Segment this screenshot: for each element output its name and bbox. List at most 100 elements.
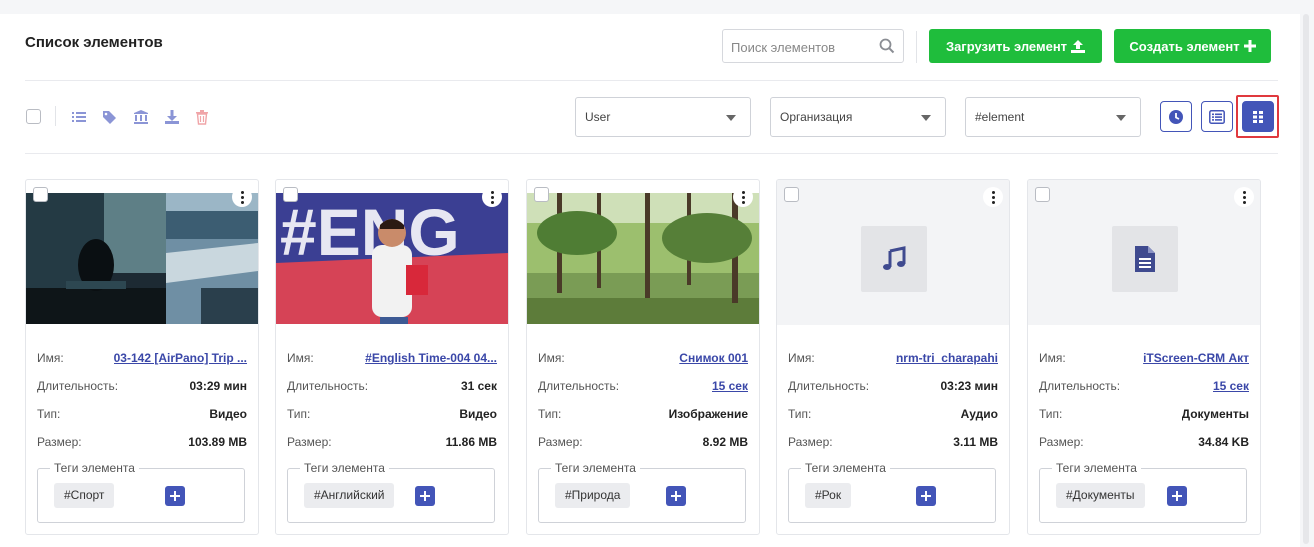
more-options-icon[interactable] [733, 187, 753, 207]
name-row: Имя: #English Time-004 04... [287, 351, 497, 367]
clock-icon [1169, 109, 1183, 124]
search-input[interactable] [731, 37, 871, 57]
more-options-icon[interactable] [983, 187, 1003, 207]
name-label: Имя: [37, 351, 64, 365]
element-name-link[interactable]: Снимок 001 [679, 351, 748, 365]
size-row: Размер: 103.89 MB [37, 435, 247, 451]
card-checkbox[interactable] [283, 187, 298, 202]
page-title: Список элементов [25, 34, 163, 51]
organization-filter-select[interactable]: Организация [770, 97, 946, 137]
element-card[interactable]: Имя: iTScreen-CRM Акт Длительность: 15 сек… [1027, 179, 1261, 535]
chevron-down-icon [921, 115, 931, 121]
element-name-link[interactable]: nrm-tri_charapahi [896, 351, 998, 365]
card-thumbnail[interactable] [777, 180, 1009, 325]
grid-view-button[interactable] [1242, 101, 1274, 132]
user-filter-select[interactable]: User [575, 97, 751, 137]
duration-label: Длительность: [287, 379, 369, 393]
size-label: Размер: [538, 435, 583, 449]
card-thumbnail[interactable] [1028, 180, 1260, 325]
tags-legend: Теги элемента [300, 461, 389, 475]
image-thumbnail [527, 193, 759, 324]
type-row: Тип: Аудио [788, 407, 998, 423]
scrollbar[interactable] [1300, 0, 1314, 547]
duration-value: 03:23 мин [940, 379, 998, 393]
list-icon[interactable] [71, 109, 87, 125]
more-options-icon[interactable] [232, 187, 252, 207]
institution-icon[interactable] [133, 109, 149, 125]
duration-label: Длительность: [1039, 379, 1121, 393]
search-icon[interactable] [879, 38, 895, 54]
size-label: Размер: [37, 435, 82, 449]
more-options-icon[interactable] [482, 187, 502, 207]
add-tag-button[interactable] [1167, 486, 1187, 506]
add-tag-button[interactable] [666, 486, 686, 506]
tag-filter-select[interactable]: #element [965, 97, 1141, 137]
svg-text:#ENG: #ENG [280, 195, 460, 269]
tags-legend: Теги элемента [1052, 461, 1141, 475]
tag-chip[interactable]: #Рок [805, 483, 852, 508]
card-checkbox[interactable] [534, 187, 549, 202]
duration-value: 03:29 мин [189, 379, 247, 393]
element-card[interactable]: #ENG Имя: #English Time-004 04... Длитель… [275, 179, 509, 535]
document-icon [1135, 246, 1155, 272]
organization-filter-value: Организация [780, 110, 853, 124]
duration-row: Длительность: 31 сек [287, 379, 497, 395]
name-row: Имя: iTScreen-CRM Акт [1039, 351, 1249, 367]
tags-legend: Теги элемента [50, 461, 139, 475]
tags-legend: Теги элемента [801, 461, 890, 475]
duration-value[interactable]: 15 сек [1213, 379, 1249, 393]
duration-value[interactable]: 15 сек [712, 379, 748, 393]
card-thumbnail[interactable] [527, 180, 759, 325]
plus-icon [671, 491, 681, 501]
more-options-icon[interactable] [1234, 187, 1254, 207]
element-card[interactable]: Имя: 03-142 [AirPano] Trip ... Длительнос… [25, 179, 259, 535]
tag-chip[interactable]: #Природа [555, 483, 631, 508]
card-checkbox[interactable] [784, 187, 799, 202]
tags-icon[interactable] [102, 109, 118, 125]
element-name-link[interactable]: 03-142 [AirPano] Trip ... [114, 351, 247, 365]
download-icon[interactable] [164, 109, 180, 125]
trash-icon[interactable] [194, 109, 210, 125]
element-name-link[interactable]: iTScreen-CRM Акт [1143, 351, 1249, 365]
list-view-button[interactable] [1201, 101, 1233, 132]
duration-label: Длительность: [538, 379, 620, 393]
chevron-down-icon [1116, 115, 1126, 121]
upload-icon [1071, 39, 1086, 53]
grid-icon [1253, 110, 1263, 123]
card-thumbnail[interactable]: #ENG [276, 180, 508, 325]
scrollbar-thumb[interactable] [1303, 14, 1309, 544]
create-element-label: Создать элемент [1129, 38, 1240, 54]
video-thumbnail: #ENG [276, 193, 508, 324]
add-tag-button[interactable] [415, 486, 435, 506]
duration-row: Длительность: 03:29 мин [37, 379, 247, 395]
history-view-button[interactable] [1160, 101, 1192, 132]
element-name-link[interactable]: #English Time-004 04... [365, 351, 497, 365]
add-tag-button[interactable] [165, 486, 185, 506]
card-thumbnail[interactable] [26, 180, 258, 325]
tag-chip[interactable]: #Спорт [54, 483, 115, 508]
top-strip [0, 0, 1314, 14]
card-checkbox[interactable] [33, 187, 48, 202]
element-card[interactable]: Имя: Снимок 001 Длительность: 15 сек Тип: И… [526, 179, 760, 535]
card-checkbox[interactable] [1035, 187, 1050, 202]
audio-placeholder [861, 226, 927, 292]
duration-value: 31 сек [460, 379, 497, 393]
duration-row: Длительность: 15 сек [538, 379, 748, 395]
upload-element-button[interactable]: Загрузить элемент [929, 29, 1102, 63]
toolbar-divider [55, 106, 56, 126]
search-box[interactable] [722, 29, 904, 63]
element-card[interactable]: Имя: nrm-tri_charapahi Длительность: 03:23… [776, 179, 1010, 535]
tag-chip[interactable]: #Документы [1056, 483, 1145, 508]
upload-element-label: Загрузить элемент [945, 38, 1068, 54]
music-icon [883, 246, 906, 270]
name-row: Имя: Снимок 001 [538, 351, 748, 367]
select-all-checkbox[interactable] [26, 109, 41, 124]
type-value: Аудио [960, 407, 998, 421]
type-label: Тип: [1039, 407, 1063, 421]
element-tags-box: Теги элемента #Спорт [37, 461, 245, 523]
name-label: Имя: [538, 351, 565, 365]
size-value: 8.92 MB [702, 435, 748, 449]
create-element-button[interactable]: Создать элемент [1114, 29, 1271, 63]
tag-chip[interactable]: #Английский [304, 483, 395, 508]
add-tag-button[interactable] [916, 486, 936, 506]
